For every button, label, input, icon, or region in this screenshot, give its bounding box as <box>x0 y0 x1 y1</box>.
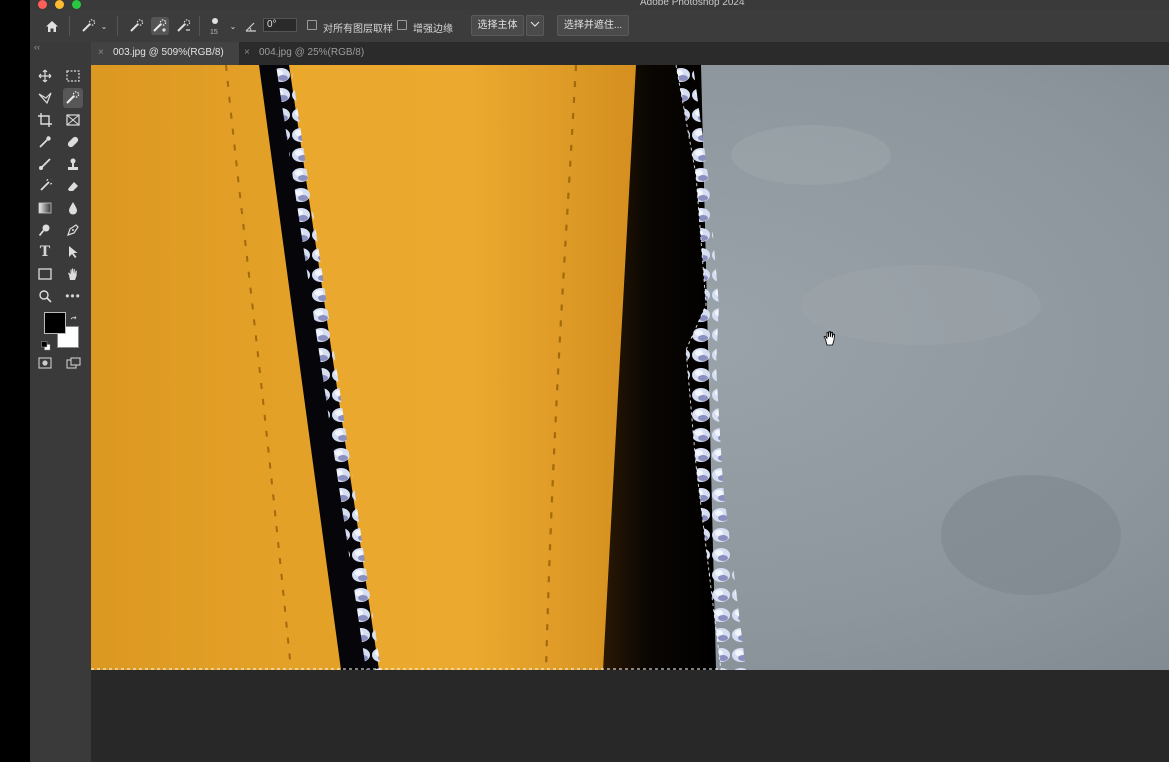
collapse-panel-icon[interactable]: ‹‹ <box>34 42 40 52</box>
brush-tool-icon[interactable] <box>35 154 55 174</box>
close-tab-icon[interactable]: × <box>244 42 250 64</box>
title-bar <box>30 0 1169 10</box>
new-selection-icon[interactable] <box>128 17 146 35</box>
clone-stamp-tool-icon[interactable] <box>63 154 83 174</box>
home-icon[interactable] <box>43 17 61 35</box>
enhance-edge-label: 增强边缘 <box>413 24 453 35</box>
tab-label: 004.jpg @ 25%(RGB/8) <box>259 47 365 58</box>
rectangle-tool-icon[interactable] <box>35 264 55 284</box>
options-separator <box>69 16 70 36</box>
photo-zipper-jacket-closeup <box>91 65 1169 670</box>
quick-mask-icon[interactable] <box>35 353 55 373</box>
crop-tool-icon[interactable] <box>35 110 55 130</box>
close-tab-icon[interactable]: × <box>98 42 104 64</box>
history-brush-tool-icon[interactable] <box>35 176 55 196</box>
swap-colors-icon[interactable] <box>70 312 79 321</box>
gradient-tool-icon[interactable] <box>35 198 55 218</box>
quick-selection-tool-icon[interactable] <box>63 88 83 108</box>
eyedropper-tool-icon[interactable] <box>35 132 55 152</box>
pen-tool-icon[interactable] <box>63 220 83 240</box>
frame-tool-icon[interactable] <box>63 110 83 130</box>
select-subject-dropdown-button[interactable] <box>526 15 544 36</box>
marquee-tool-icon[interactable] <box>63 66 83 86</box>
options-separator <box>199 16 200 36</box>
screen-mode-icon[interactable] <box>63 353 83 373</box>
quick-selection-icon[interactable] <box>78 17 100 35</box>
minimize-window-button[interactable] <box>55 0 64 9</box>
close-window-button[interactable] <box>38 0 47 9</box>
hand-cursor-icon <box>822 330 838 351</box>
chevron-down-icon[interactable]: ⌄ <box>99 17 109 35</box>
zoom-window-button[interactable] <box>72 0 81 9</box>
select-subject-button[interactable]: 选择主体 <box>471 15 524 36</box>
hand-tool-icon[interactable] <box>63 264 83 284</box>
subtract-from-selection-icon[interactable] <box>175 17 193 35</box>
brush-size-value: 15 <box>210 29 218 36</box>
sample-all-layers-checkbox[interactable] <box>307 20 317 30</box>
default-colors-icon[interactable] <box>41 338 51 351</box>
type-tool-icon[interactable]: T <box>35 242 55 262</box>
options-separator <box>117 16 118 36</box>
lasso-tool-icon[interactable] <box>35 88 55 108</box>
tab-004-jpg[interactable]: × 004.jpg @ 25%(RGB/8) <box>237 42 385 65</box>
enhance-edge-checkbox[interactable] <box>397 20 407 30</box>
eraser-tool-icon[interactable] <box>63 176 83 196</box>
document-canvas[interactable] <box>91 65 1169 670</box>
select-and-mask-button[interactable]: 选择并遮住... <box>557 15 629 36</box>
blur-tool-icon[interactable] <box>63 198 83 218</box>
more-tools-icon[interactable]: ••• <box>63 286 83 306</box>
brush-size-dot-icon[interactable] <box>212 18 218 24</box>
healing-brush-tool-icon[interactable] <box>63 132 83 152</box>
chevron-down-icon[interactable]: ⌄ <box>228 17 238 35</box>
dodge-tool-icon[interactable] <box>35 220 55 240</box>
chevron-down-icon <box>530 21 540 27</box>
path-selection-tool-icon[interactable] <box>63 242 83 262</box>
app-title: Adobe Photoshop 2024 <box>640 0 745 8</box>
angle-icon <box>244 17 258 35</box>
zoom-tool-icon[interactable] <box>35 286 55 306</box>
pasteboard-area <box>91 670 1169 762</box>
tab-003-jpg[interactable]: × 003.jpg @ 509%(RGB/8) <box>91 42 239 65</box>
sample-all-layers-label: 对所有图层取样 <box>323 24 393 35</box>
add-to-selection-icon[interactable] <box>151 17 169 35</box>
move-tool-icon[interactable] <box>35 66 55 86</box>
foreground-color-swatch[interactable] <box>44 312 66 334</box>
angle-input[interactable]: 0° <box>263 18 297 32</box>
tab-label: 003.jpg @ 509%(RGB/8) <box>113 47 224 58</box>
